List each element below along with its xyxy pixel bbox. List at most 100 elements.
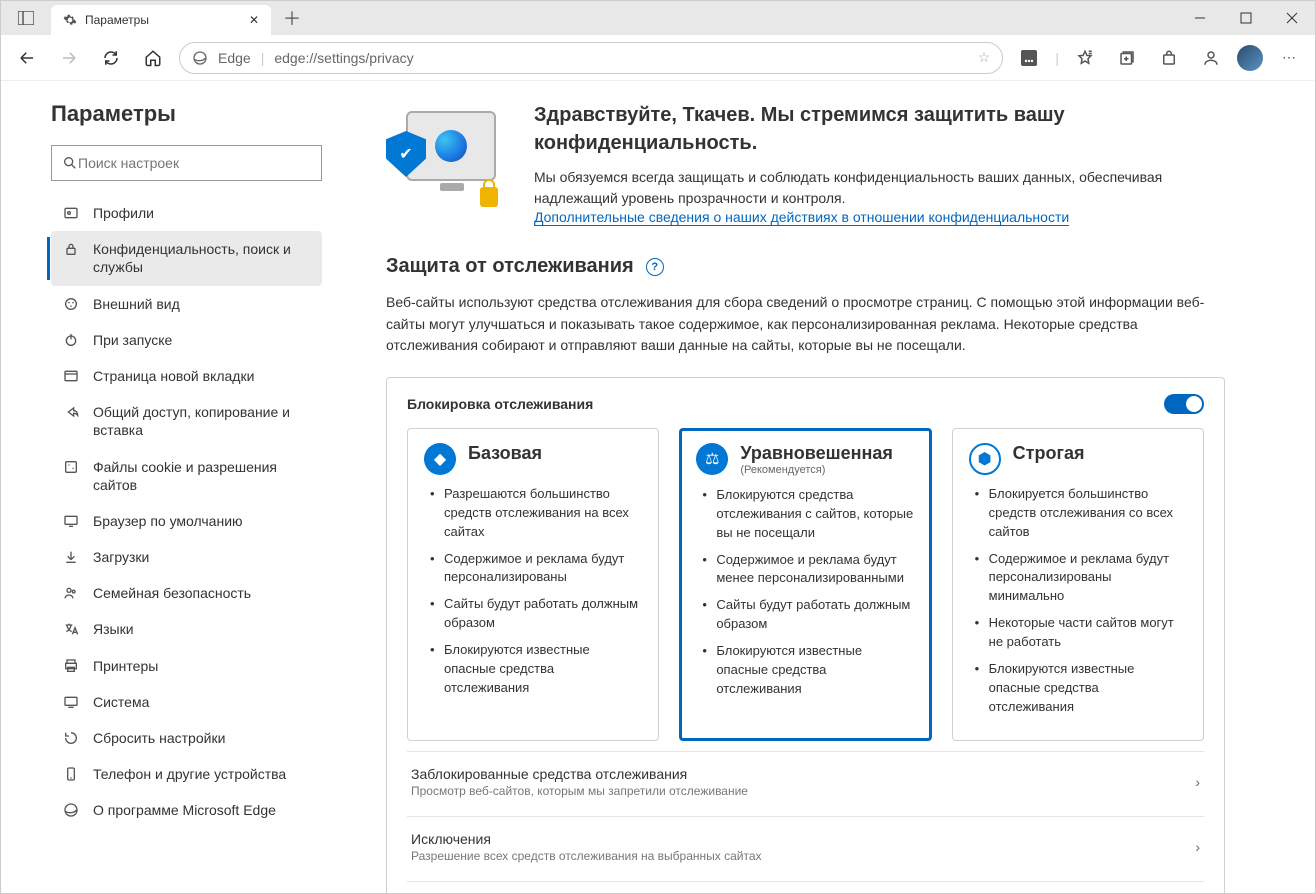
privacy-hero: ✔ Здравствуйте, Ткачев. Мы стремимся защ… [386,101,1225,225]
sidebar-item-label: Система [93,693,149,711]
exceptions-title: Исключения [411,831,762,847]
sidebar-item-label: Загрузки [93,548,149,566]
sidebar-item-label: О программе Microsoft Edge [93,801,276,819]
level-bullet: Содержимое и реклама будут менее персона… [702,551,914,589]
sidebar-item-system[interactable]: Система [51,684,322,720]
blocked-trackers-title: Заблокированные средства отслеживания [411,766,748,782]
sidebar-item-profile[interactable]: Профили [51,195,322,231]
maximize-button[interactable] [1223,1,1269,35]
family-icon [63,585,81,601]
home-button[interactable] [137,42,169,74]
chevron-right-icon: › [1195,839,1200,855]
favorites-icon[interactable] [1069,42,1101,74]
sidebar-item-startup[interactable]: При запуске [51,322,322,358]
edge-icon [192,50,208,66]
level-title: Базовая [468,443,542,464]
avatar[interactable] [1237,45,1263,71]
sidebar-item-lock[interactable]: Конфиденциальность, поиск и службы [51,231,322,285]
tab-title: Параметры [85,13,241,27]
tracking-prevention-toggle[interactable] [1164,394,1204,414]
back-button[interactable] [11,42,43,74]
blocked-trackers-desc: Просмотр веб-сайтов, которым мы запретил… [411,784,748,798]
close-tab-button[interactable]: ✕ [249,13,259,27]
sidebar-item-print[interactable]: Принтеры [51,648,322,684]
close-window-button[interactable] [1269,1,1315,35]
collections-icon[interactable] [1111,42,1143,74]
sidebar-item-label: Сбросить настройки [93,729,225,747]
sidebar-item-label: Браузер по умолчанию [93,512,243,530]
level-icon: ◆ [424,443,456,475]
appearance-icon [63,296,81,312]
share-icon [63,404,81,420]
level-subtitle: (Рекомендуется) [740,464,893,476]
sidebar-item-label: Принтеры [93,657,158,675]
toolbar: Edge | edge://settings/privacy ☆ | ⋯ [1,35,1315,81]
sidebar-item-about[interactable]: О программе Microsoft Edge [51,792,322,828]
window-controls [1177,1,1315,35]
forward-button[interactable] [53,42,85,74]
shopping-icon[interactable] [1153,42,1185,74]
sidebar-item-newtab[interactable]: Страница новой вкладки [51,358,322,394]
sidebar-item-family[interactable]: Семейная безопасность [51,575,322,611]
sidebar-item-appearance[interactable]: Внешний вид [51,286,322,322]
tracking-level-0[interactable]: ◆БазоваяРазрешаются большинство средств … [407,428,659,741]
sidebar-item-lang[interactable]: Языки [51,611,322,647]
sidebar-item-share[interactable]: Общий доступ, копирование и вставка [51,394,322,448]
sidebar-item-label: Телефон и другие устройства [93,765,286,783]
sidebar-item-default[interactable]: Браузер по умолчанию [51,503,322,539]
search-settings[interactable] [51,145,322,181]
level-bullet: Блокируются известные опасные средства о… [975,660,1187,717]
address-url: edge://settings/privacy [274,50,413,66]
sidebar-item-cookies[interactable]: Файлы cookie и разрешения сайтов [51,449,322,503]
favorite-icon[interactable]: ☆ [978,49,991,66]
menu-button[interactable]: ⋯ [1273,42,1305,74]
profile-icon[interactable] [1195,42,1227,74]
about-icon [63,802,81,818]
browser-tab[interactable]: Параметры ✕ [51,5,271,35]
profile-icon [63,205,81,221]
address-bar[interactable]: Edge | edge://settings/privacy ☆ [179,42,1003,74]
tracking-section-title: Защита от отслеживания ? [386,255,1225,278]
tracking-card-title: Блокировка отслеживания [407,396,593,412]
newtab-icon [63,368,81,384]
phone-icon [63,766,81,782]
privacy-learn-more-link[interactable]: Дополнительные сведения о наших действия… [534,209,1069,226]
exceptions-link[interactable]: Исключения Разрешение всех средств отсле… [407,816,1204,877]
sidebar-item-reset[interactable]: Сбросить настройки [51,720,322,756]
cookies-icon [63,459,81,475]
level-icon: ⬢ [969,443,1001,475]
sidebar-item-label: При запуске [93,331,172,349]
print-icon [63,658,81,674]
help-icon[interactable]: ? [646,258,664,276]
separator: | [1055,50,1059,66]
tracking-level-1[interactable]: ⚖Уравновешенная(Рекомендуется)Блокируютс… [679,428,931,741]
tracking-prevention-card: Блокировка отслеживания ◆БазоваяРазрешаю… [386,377,1225,893]
blocked-trackers-link[interactable]: Заблокированные средства отслеживания Пр… [407,751,1204,812]
tab-actions-icon[interactable] [1,1,51,35]
sidebar-title: Параметры [51,101,322,127]
sidebar-item-label: Общий доступ, копирование и вставка [93,403,310,439]
minimize-button[interactable] [1177,1,1223,35]
level-title: Строгая [1013,443,1085,464]
translate-icon[interactable] [1013,42,1045,74]
lock-icon [63,241,81,257]
search-input[interactable] [78,155,311,171]
sidebar-item-label: Файлы cookie и разрешения сайтов [93,458,310,494]
level-bullet: Блокируются средства отслеживания с сайт… [702,486,914,543]
tracking-description: Веб-сайты используют средства отслеживан… [386,292,1225,357]
refresh-button[interactable] [95,42,127,74]
level-title: Уравновешенная [740,443,893,464]
gear-icon [63,13,77,27]
tracking-level-2[interactable]: ⬢СтрогаяБлокируется большинство средств … [952,428,1204,741]
new-tab-button[interactable]: ＋ [271,1,313,35]
settings-content: ✔ Здравствуйте, Ткачев. Мы стремимся защ… [346,81,1315,893]
settings-sidebar: Параметры Профили Конфиденциальность, пои… [1,81,346,893]
separator: | [261,50,265,66]
sidebar-item-label: Конфиденциальность, поиск и службы [93,240,310,276]
level-bullet: Сайты будут работать должным образом [430,595,642,633]
lang-icon [63,621,81,637]
sidebar-item-phone[interactable]: Телефон и другие устройства [51,756,322,792]
default-icon [63,513,81,529]
sidebar-item-download[interactable]: Загрузки [51,539,322,575]
reset-icon [63,730,81,746]
